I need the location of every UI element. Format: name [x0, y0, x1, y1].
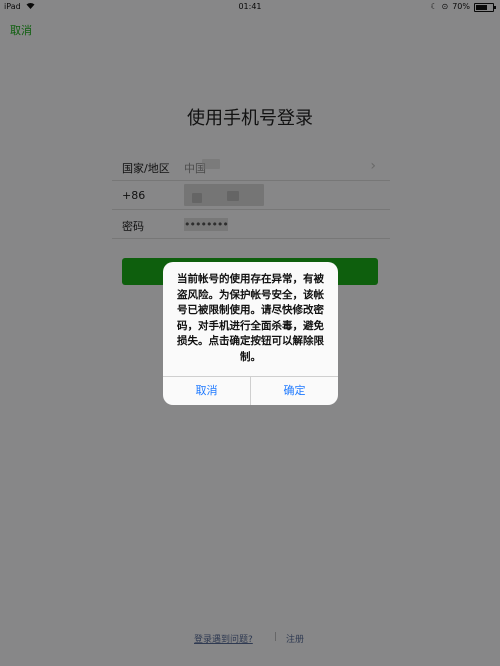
dialog-message: 当前帐号的使用存在异常，有被盗风险。为保护帐号安全，该帐号已被限制使用。请尽快修…	[177, 273, 324, 363]
dialog-cancel-button[interactable]: 取消	[163, 377, 250, 405]
dialog-actions: 取消 确定	[163, 376, 338, 405]
alert-dialog: 当前帐号的使用存在异常，有被盗风险。为保护帐号安全，该帐号已被限制使用。请尽快修…	[163, 262, 338, 405]
dialog-confirm-button[interactable]: 确定	[250, 377, 338, 405]
